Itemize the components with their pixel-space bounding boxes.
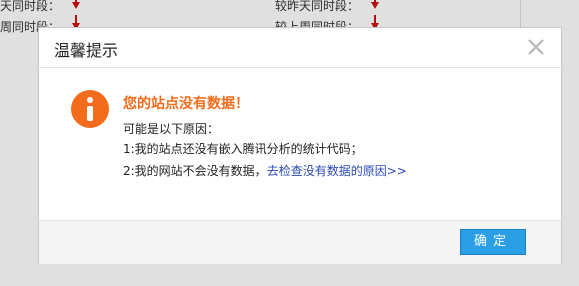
check-reason-link[interactable]: 去检查没有数据的原因>> <box>267 164 407 178</box>
dialog-header: 温馨提示 <box>39 28 561 68</box>
close-button[interactable] <box>527 38 545 56</box>
dialog-footer: 确定 <box>39 220 561 264</box>
info-icon <box>71 90 109 128</box>
reason-2-prefix: 2:我的网站不会没有数据， <box>123 164 267 178</box>
reason-intro: 可能是以下原因： <box>123 122 220 136</box>
dialog-title: 温馨提示 <box>54 41 119 60</box>
close-icon <box>528 39 544 55</box>
dialog-body: 您的站点没有数据！ 可能是以下原因： 1:我的站点还没有嵌入腾讯分析的统计代码；… <box>39 68 561 218</box>
reason-2: 2:我的网站不会没有数据，去检查没有数据的原因>> <box>123 162 407 179</box>
dialog-headline: 您的站点没有数据！ <box>123 96 249 112</box>
notice-dialog: 温馨提示 您的站点没有数据！ 可能是以下原因： 1:我的站点还没有嵌入腾讯分析的… <box>38 27 562 264</box>
reason-1: 1:我的站点还没有嵌入腾讯分析的统计代码； <box>123 142 363 156</box>
ok-button[interactable]: 确定 <box>460 229 526 255</box>
